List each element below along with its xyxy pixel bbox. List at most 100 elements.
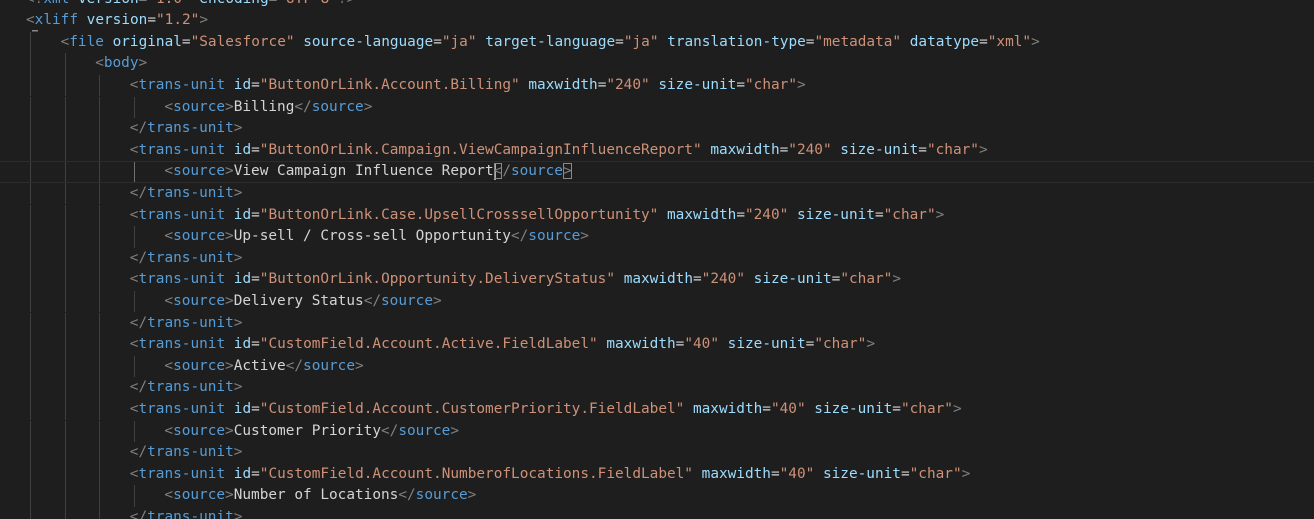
indent-guide: [64, 247, 66, 270]
code-line[interactable]: </trans-unit>: [0, 442, 1314, 464]
code-text: <source>View Campaign Influence Report</…: [164, 162, 572, 182]
code-line[interactable]: <xliff version="1.2">: [0, 10, 1314, 32]
indent-guide: [30, 334, 31, 356]
tag-punct: </: [129, 249, 148, 266]
tag-name: source: [381, 292, 433, 309]
code-line[interactable]: </trans-unit>: [0, 506, 1314, 519]
tag-punct: >: [433, 292, 442, 309]
text-content: [684, 401, 693, 417]
indent-guide: [64, 355, 66, 378]
tag-name: source: [173, 228, 226, 245]
text-content: Number of Locations: [233, 487, 399, 504]
tag-name: source: [398, 422, 451, 439]
attr-value: "CustomField.Account.NumberofLocations.F…: [259, 465, 693, 482]
tag-punct: <: [164, 163, 174, 180]
code-text: </trans-unit>: [130, 248, 243, 270]
attr-value: "char": [926, 141, 979, 158]
code-line[interactable]: <trans-unit id="ButtonOrLink.Case.Upsell…: [0, 204, 1314, 227]
tag-punct: </: [363, 292, 382, 309]
indent-guide: [64, 96, 66, 119]
code-line[interactable]: <source>Number of Locations</source>: [0, 485, 1314, 507]
code-line[interactable]: <file original="Salesforce" source-langu…: [0, 31, 1314, 54]
text-content: [901, 34, 910, 50]
code-line[interactable]: <source>Up-sell / Cross-sell Opportunity…: [0, 226, 1314, 248]
attr-name: maxwidth: [667, 206, 737, 223]
indent-guide: [99, 312, 101, 335]
code-line[interactable]: </trans-unit>: [0, 118, 1314, 140]
tag-punct: </: [398, 487, 416, 504]
code-line[interactable]: <trans-unit id="CustomField.Account.Cust…: [0, 398, 1314, 421]
code-line[interactable]: </trans-unit>: [0, 182, 1314, 205]
tag-punct: >: [225, 292, 234, 309]
code-text: <body>: [95, 53, 147, 75]
attr-value: "ButtonOrLink.Account.Billing": [259, 76, 520, 93]
equals: =: [251, 271, 260, 288]
tag-punct: >: [797, 76, 806, 93]
code-line[interactable]: <trans-unit id="ButtonOrLink.Account.Bil…: [0, 74, 1314, 97]
attr-name: maxwidth: [528, 76, 598, 93]
tag-name: xml: [43, 0, 69, 7]
tag-name: source: [528, 228, 581, 245]
code-line[interactable]: <trans-unit id="CustomField.Account.Acti…: [0, 334, 1314, 356]
tag-name: file: [69, 33, 104, 50]
text-content: Up-sell / Cross-sell Opportunity: [233, 228, 511, 245]
text-content: [225, 466, 234, 482]
tag-punct: >: [233, 444, 243, 461]
code-line[interactable]: <body>: [0, 53, 1314, 75]
indent-guide: [99, 290, 101, 313]
attr-name: size-unit: [822, 465, 901, 482]
attr-value: "xml": [987, 33, 1032, 50]
text-content: [104, 34, 113, 50]
attr-name: id: [233, 76, 252, 93]
tag-name: trans-unit: [138, 465, 226, 482]
equals: =: [251, 400, 260, 417]
tag-name: trans-unit: [138, 336, 226, 353]
code-line[interactable]: </trans-unit>: [0, 247, 1314, 270]
indent-guide: [64, 269, 66, 291]
code-line[interactable]: <trans-unit id="ButtonOrLink.Opportunity…: [0, 269, 1314, 291]
attr-value: "240": [788, 141, 832, 158]
code-line[interactable]: <trans-unit id="ButtonOrLink.Campaign.Vi…: [0, 139, 1314, 162]
code-line[interactable]: <trans-unit id="CustomField.Account.Numb…: [0, 463, 1314, 486]
code-line-current[interactable]: <source>View Campaign Influence Report</…: [0, 161, 1314, 183]
indent-guide: [99, 118, 101, 140]
indent-guide: [99, 377, 101, 399]
attr-name: version: [86, 12, 148, 29]
indent-guide: [64, 485, 66, 507]
attr-name: original: [112, 33, 182, 50]
code-text: <source>Active</source>: [164, 356, 363, 378]
tag-punct: >: [233, 508, 243, 519]
code-line[interactable]: <source>Delivery Status</source>: [0, 290, 1314, 313]
tag-punct: >: [580, 228, 589, 245]
text-content: [225, 207, 234, 223]
indent-guide: [30, 204, 31, 227]
indent-guide: [99, 162, 101, 182]
attr-value: "ButtonOrLink.Case.UpsellCrosssellOpport…: [259, 206, 659, 223]
attr-value: "ButtonOrLink.Opportunity.DeliveryStatus…: [259, 271, 616, 288]
code-line[interactable]: </trans-unit>: [0, 312, 1314, 335]
indent-guide: [30, 506, 31, 519]
tag-punct: <: [164, 422, 174, 439]
code-editor[interactable]: ⋯ <?xml version="1.0" encoding="UTF-8"?>…: [0, 0, 1314, 519]
equals: =: [251, 141, 260, 158]
indent-guide: [99, 247, 101, 270]
equals: =: [779, 141, 789, 158]
code-line[interactable]: <source>Billing</source>: [0, 96, 1314, 119]
code-line[interactable]: </trans-unit>: [0, 377, 1314, 399]
indent-guide: [64, 312, 66, 335]
code-line[interactable]: <source>Customer Priority</source>: [0, 420, 1314, 443]
attr-name: id: [233, 400, 252, 417]
text-content: [832, 142, 841, 158]
indent-guide: [64, 53, 66, 75]
xml-decl-punct: ?>: [338, 0, 355, 7]
code-line[interactable]: <?xml version="1.0" encoding="UTF-8"?>: [0, 0, 1314, 10]
attr-value: "char": [814, 336, 867, 353]
tag-name: source: [173, 357, 226, 374]
equals: =: [615, 33, 624, 50]
code-line[interactable]: <source>Active</source>: [0, 355, 1314, 378]
attr-name: target-language: [485, 33, 616, 50]
code-text: <source>Number of Locations</source>: [164, 485, 476, 507]
indent-guide: [64, 226, 66, 248]
text-content: [225, 336, 234, 352]
code-text: </trans-unit>: [130, 313, 243, 335]
